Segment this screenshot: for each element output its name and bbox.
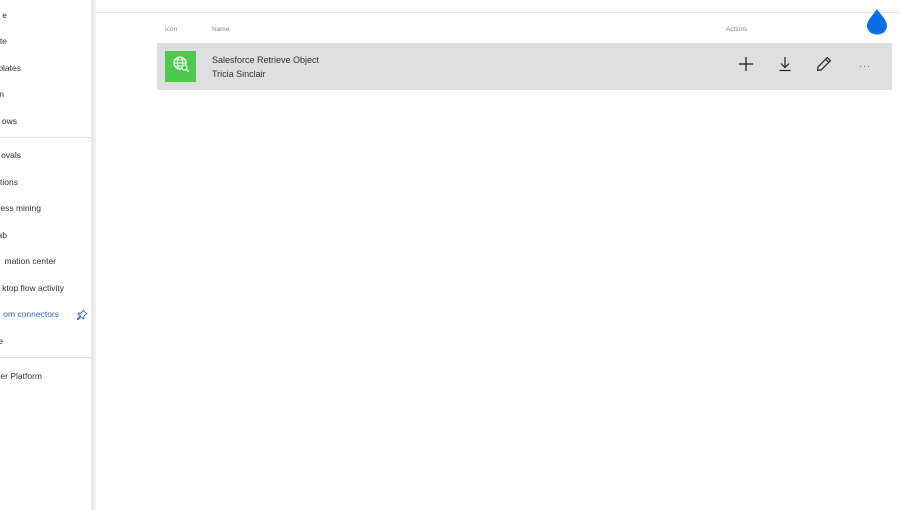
edit-button[interactable] xyxy=(813,55,835,77)
nav-item-label: ab xyxy=(0,230,7,240)
download-icon xyxy=(777,56,793,77)
nav-item-label: om connectors xyxy=(3,309,59,319)
nav-item-power-platform[interactable]: er Platform xyxy=(0,366,91,386)
nav-item-label: er Platform xyxy=(0,371,42,381)
nav-item-approvals[interactable]: ovals xyxy=(0,145,91,165)
connector-name[interactable]: Salesforce Retrieve Object xyxy=(212,55,319,65)
globe-search-icon xyxy=(172,55,190,78)
nav-item-ai-hub[interactable]: ab xyxy=(0,225,91,245)
nav-item-label: e xyxy=(0,336,3,346)
pin-icon[interactable] xyxy=(76,308,88,321)
nav-item-learn[interactable]: n xyxy=(0,84,91,104)
nav-item-templates[interactable]: plates xyxy=(0,58,91,78)
connector-row[interactable]: Salesforce Retrieve Object Tricia Sincla… xyxy=(157,43,892,90)
add-button[interactable] xyxy=(735,55,757,77)
column-header-icon: Icon xyxy=(165,26,178,33)
nav-divider xyxy=(0,357,91,358)
left-navigation: e te plates n ows ovals tions ess mining… xyxy=(0,0,91,510)
pencil-icon xyxy=(816,56,832,77)
nav-item-label: tions xyxy=(0,177,18,187)
plus-icon xyxy=(738,56,754,77)
nav-item-process-mining[interactable]: ess mining xyxy=(0,198,91,218)
connector-owner: Tricia Sinclair xyxy=(212,69,266,79)
column-header-name: Name xyxy=(212,26,230,33)
main-content: Icon Name Actions Salesforce Retrieve Ob… xyxy=(96,0,900,510)
download-button[interactable] xyxy=(774,55,796,77)
nav-item-automation-center[interactable]: mation center xyxy=(0,251,91,271)
nav-item-create[interactable]: te xyxy=(0,31,91,51)
connector-icon-tile xyxy=(165,51,196,82)
nav-item-label: ows xyxy=(1,116,17,126)
column-header-actions: Actions xyxy=(726,26,748,33)
droplet-icon xyxy=(866,8,888,35)
nav-item-desktop-flow-activity[interactable]: ktop flow activity xyxy=(0,278,91,298)
nav-item-label: ktop flow activity xyxy=(2,283,64,293)
more-icon: ··· xyxy=(859,61,871,71)
nav-item-more[interactable]: e xyxy=(0,331,91,351)
nav-item-home[interactable]: e xyxy=(0,5,91,25)
more-actions-button[interactable]: ··· xyxy=(854,55,876,77)
nav-item-label: n xyxy=(0,89,4,99)
nav-item-solutions[interactable]: tions xyxy=(0,172,91,192)
nav-item-label: te xyxy=(0,36,7,46)
nav-divider xyxy=(0,137,91,138)
nav-item-label: e xyxy=(2,10,7,20)
nav-item-label: ovals xyxy=(1,150,21,160)
nav-item-my-flows[interactable]: ows xyxy=(0,111,91,131)
nav-item-label: mation center xyxy=(4,256,57,266)
nav-item-label: plates xyxy=(0,63,21,73)
header-divider xyxy=(96,12,900,13)
nav-item-custom-connectors[interactable]: om connectors xyxy=(0,304,91,324)
nav-item-label: ess mining xyxy=(0,203,41,213)
